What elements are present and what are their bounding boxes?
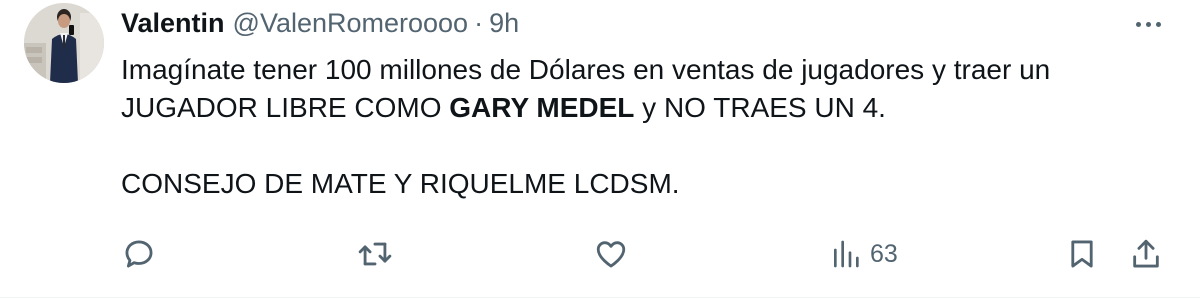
tweet-text: Imagínate tener 100 millones de Dólares …: [121, 51, 1171, 203]
views-icon: [830, 237, 862, 271]
views-button[interactable]: 63: [830, 232, 898, 276]
tweet-bold-name: GARY MEDEL: [449, 92, 635, 123]
reply-icon: [122, 237, 156, 271]
share-button[interactable]: [1129, 232, 1163, 276]
tweet-line-2-end: y NO TRAES UN 4.: [634, 92, 886, 123]
tweet-line-3: CONSEJO DE MATE Y RIQUELME LCDSM.: [121, 168, 680, 199]
bookmark-icon: [1065, 237, 1099, 271]
tweet-line-1: Imagínate tener 100 millones de Dólares …: [121, 54, 1051, 85]
views-count: 63: [870, 239, 898, 268]
retweet-button[interactable]: [356, 232, 394, 276]
tweet-line-2: JUGADOR LIBRE COMO GARY MEDEL y NO TRAES…: [121, 89, 1171, 127]
tweet-header: Valentin @ValenRomeroooo · 9h: [121, 7, 519, 39]
separator-dot: ·: [474, 8, 484, 38]
author-name[interactable]: Valentin: [121, 7, 225, 39]
share-icon: [1129, 237, 1163, 271]
action-bar: 63: [0, 232, 1200, 276]
more-icon[interactable]: [1128, 12, 1168, 36]
like-button[interactable]: [593, 232, 629, 276]
author-handle[interactable]: @ValenRomeroooo: [233, 7, 469, 39]
avatar-photo: [24, 3, 104, 83]
bookmark-button[interactable]: [1065, 232, 1099, 276]
tweet-time[interactable]: 9h: [489, 7, 519, 39]
reply-button[interactable]: [122, 232, 156, 276]
tweet-line-2-start: JUGADOR LIBRE COMO: [121, 92, 450, 123]
like-icon: [593, 237, 629, 271]
tweet: Valentin @ValenRomeroooo · 9h Imagínate …: [0, 0, 1200, 298]
retweet-icon: [356, 237, 394, 271]
avatar[interactable]: [24, 3, 104, 83]
